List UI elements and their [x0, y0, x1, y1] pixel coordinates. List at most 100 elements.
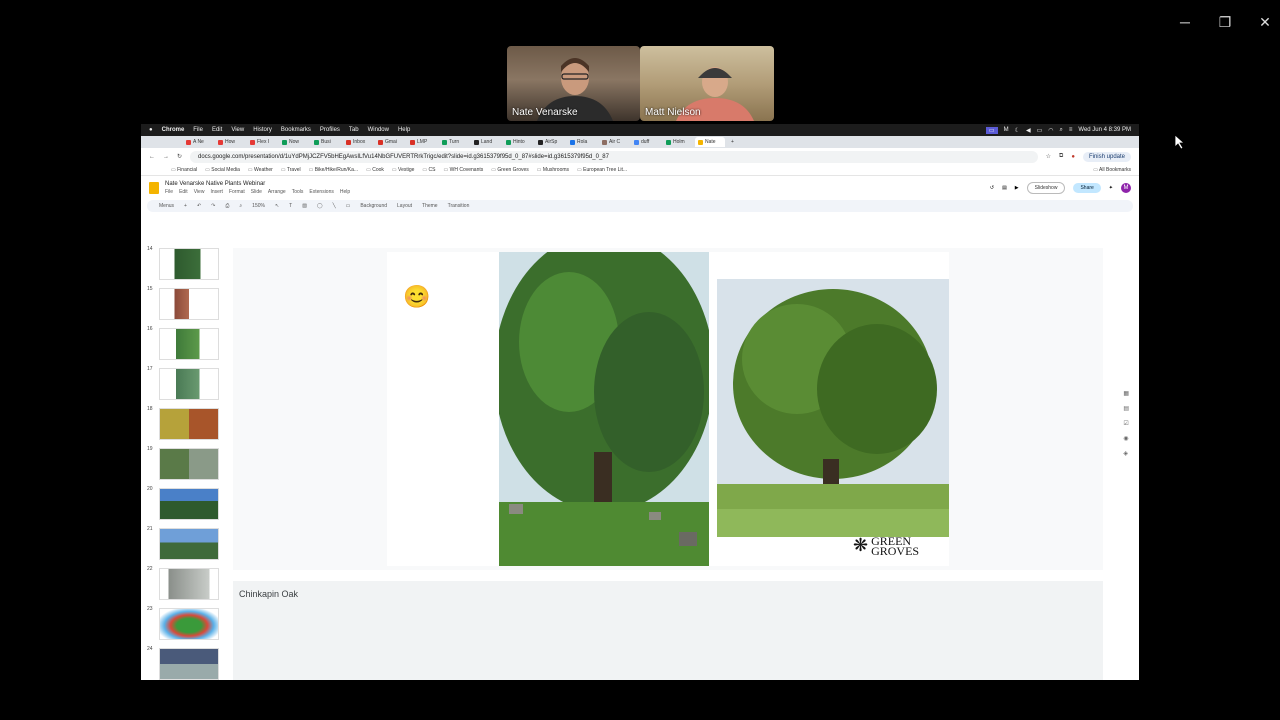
doc-menu-arrange[interactable]: Arrange: [268, 189, 286, 195]
screen-share-icon[interactable]: ▭: [985, 126, 998, 134]
filmstrip-slide[interactable]: 22: [145, 566, 223, 602]
gmail-icon[interactable]: M: [1004, 127, 1009, 133]
back-icon[interactable]: ←: [149, 154, 155, 160]
transition-button[interactable]: Transition: [448, 203, 470, 209]
battery-icon[interactable]: ▭: [1037, 127, 1043, 134]
wifi-icon[interactable]: ◠: [1048, 127, 1053, 134]
bookmark-folder[interactable]: Travel: [281, 167, 301, 173]
undo-icon[interactable]: ↶: [197, 203, 201, 209]
menu-history[interactable]: History: [253, 127, 272, 133]
slides-logo-icon[interactable]: [149, 182, 159, 194]
slide-thumbnail[interactable]: [159, 288, 219, 320]
browser-tab[interactable]: How: [215, 137, 245, 147]
bookmark-folder[interactable]: Green Groves: [491, 167, 528, 173]
doc-menu-tools[interactable]: Tools: [292, 189, 304, 195]
bookmark-folder[interactable]: Vestige: [392, 167, 414, 173]
filmstrip-slide[interactable]: 15: [145, 286, 223, 322]
browser-tab[interactable]: Hinto: [503, 137, 533, 147]
menu-view[interactable]: View: [231, 127, 244, 133]
select-icon[interactable]: ↖: [275, 203, 279, 209]
browser-tab[interactable]: Busi: [311, 137, 341, 147]
print-icon[interactable]: ⎙: [225, 203, 229, 209]
filmstrip-slide[interactable]: 17: [145, 366, 223, 402]
menu-tab[interactable]: Tab: [349, 127, 359, 133]
browser-tab[interactable]: Inbox: [343, 137, 373, 147]
slide-thumbnail[interactable]: [159, 448, 219, 480]
layout-button[interactable]: Layout: [397, 203, 412, 209]
bookmark-folder[interactable]: Mushrooms: [537, 167, 569, 173]
tree-photo-left[interactable]: [499, 252, 709, 566]
speaker-notes[interactable]: Chinkapin Oak: [233, 581, 1103, 680]
keep-icon[interactable]: ▤: [1123, 405, 1129, 412]
filmstrip-slide[interactable]: 24: [145, 646, 223, 680]
all-bookmarks[interactable]: All Bookmarks: [1093, 167, 1131, 173]
bookmark-folder[interactable]: Financial: [171, 167, 197, 173]
share-button[interactable]: Share: [1073, 183, 1101, 193]
menus-search[interactable]: Menus: [159, 203, 174, 209]
menu-bookmarks[interactable]: Bookmarks: [281, 127, 311, 133]
avatar[interactable]: M: [1121, 183, 1131, 193]
maps-icon[interactable]: ◈: [1123, 450, 1129, 457]
current-slide[interactable]: 😊 ❋ GREEN GROVES: [387, 252, 949, 566]
slide-thumbnail[interactable]: [159, 528, 219, 560]
browser-tab[interactable]: duff: [631, 137, 661, 147]
minimize-button[interactable]: ─: [1178, 14, 1192, 31]
moon-icon[interactable]: ☾: [1015, 127, 1020, 134]
comments-icon[interactable]: ▤: [1002, 185, 1007, 191]
doc-title[interactable]: Nate Venarske Native Plants Webinar: [165, 181, 350, 187]
search-icon[interactable]: ⌕: [1060, 127, 1063, 134]
slide-thumbnail[interactable]: [159, 568, 219, 600]
app-menu[interactable]: Chrome: [162, 127, 185, 133]
image-icon[interactable]: ▧: [302, 203, 307, 209]
browser-tab[interactable]: Holm: [663, 137, 693, 147]
restore-button[interactable]: ❐: [1218, 14, 1232, 31]
browser-tab[interactable]: AirSp: [535, 137, 565, 147]
add-icon[interactable]: +: [184, 203, 187, 209]
doc-menu-file[interactable]: File: [165, 189, 173, 195]
doc-menu-format[interactable]: Format: [229, 189, 245, 195]
slide-thumbnail[interactable]: [159, 408, 219, 440]
filmstrip-slide[interactable]: 21: [145, 526, 223, 562]
filmstrip-slide[interactable]: 23: [145, 606, 223, 642]
filmstrip-slide[interactable]: 14: [145, 246, 223, 282]
line-icon[interactable]: ╲: [333, 203, 336, 209]
browser-tab[interactable]: Air C: [599, 137, 629, 147]
browser-tab[interactable]: Land: [471, 137, 501, 147]
bookmark-star-icon[interactable]: ☆: [1046, 153, 1051, 160]
bookmark-folder[interactable]: European Tree Lit...: [577, 167, 627, 173]
doc-menu-insert[interactable]: Insert: [210, 189, 223, 195]
slide-canvas[interactable]: 😊 ❋ GREEN GROVES: [233, 248, 1103, 570]
bookmark-folder[interactable]: Social Media: [205, 167, 240, 173]
smile-emoji[interactable]: 😊: [403, 284, 430, 310]
slide-thumbnail[interactable]: [159, 328, 219, 360]
participant-video-1[interactable]: Nate Venarske: [507, 46, 640, 121]
bookmark-folder[interactable]: Weather: [248, 167, 273, 173]
doc-menu-view[interactable]: View: [194, 189, 205, 195]
history-icon[interactable]: ↺: [990, 185, 994, 191]
zoom-level[interactable]: 150%: [252, 203, 265, 209]
browser-tab[interactable]: Turn: [439, 137, 469, 147]
speaker-notes-text[interactable]: Chinkapin Oak: [239, 589, 298, 599]
extensions-icon[interactable]: ⧉: [1059, 153, 1063, 160]
meet-icon[interactable]: ▶: [1015, 185, 1019, 191]
volume-icon[interactable]: ◀: [1026, 127, 1031, 134]
tasks-icon[interactable]: ☑: [1123, 420, 1129, 427]
menu-window[interactable]: Window: [368, 127, 389, 133]
participant-video-2[interactable]: Matt Nielson: [640, 46, 774, 121]
menu-file[interactable]: File: [193, 127, 203, 133]
browser-tab[interactable]: LMP: [407, 137, 437, 147]
forward-icon[interactable]: →: [163, 154, 169, 160]
redo-icon[interactable]: ↷: [211, 203, 215, 209]
bookmark-folder[interactable]: CS: [422, 167, 436, 173]
browser-tab[interactable]: Flex I: [247, 137, 277, 147]
calendar-icon[interactable]: ▦: [1123, 390, 1129, 397]
shape-icon[interactable]: ◯: [317, 203, 323, 209]
browser-tab[interactable]: A Ne: [183, 137, 213, 147]
new-tab-icon[interactable]: +: [731, 139, 734, 145]
tree-photo-right[interactable]: [717, 279, 949, 537]
menu-edit[interactable]: Edit: [212, 127, 222, 133]
comment-icon[interactable]: ▭: [346, 203, 351, 209]
filmstrip-slide[interactable]: 16: [145, 326, 223, 362]
contacts-icon[interactable]: ◉: [1123, 435, 1129, 442]
doc-menu-slide[interactable]: Slide: [251, 189, 262, 195]
